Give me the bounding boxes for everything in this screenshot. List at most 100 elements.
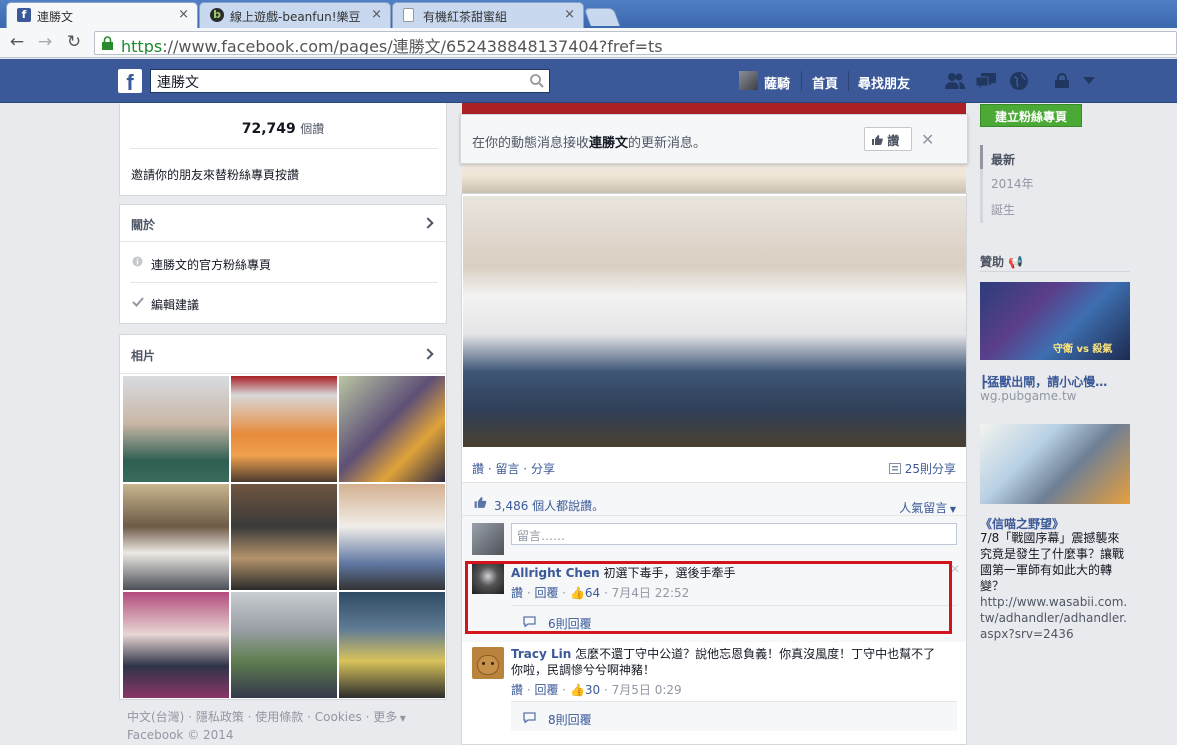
- divider: [120, 373, 446, 374]
- photo-thumbnail[interactable]: [339, 592, 445, 698]
- timeline-item-latest[interactable]: 最新: [991, 151, 1015, 168]
- photos-title[interactable]: 相片: [131, 347, 155, 364]
- chevron-down-icon: ▼: [947, 505, 956, 514]
- footer-link-privacy[interactable]: 隱私政策: [196, 710, 244, 724]
- footer-links: 中文(台灣) · 隱私政策 · 使用條款 · Cookies · 更多 ▼ Fa…: [127, 710, 406, 742]
- ad-url[interactable]: http://www.wasabii.com.tw/adhandler/adha…: [980, 594, 1130, 642]
- comment-reply-link[interactable]: 回覆: [534, 683, 558, 697]
- messages-icon[interactable]: [975, 72, 997, 90]
- notification-banner: 在你的動態消息接收連勝文的更新消息。 讚 ✕: [460, 114, 968, 164]
- comment-likes-count[interactable]: 👍30: [570, 683, 600, 697]
- sponsored-title: 贊助 📢: [980, 253, 1023, 270]
- shares-count-link[interactable]: 25則分享: [888, 460, 956, 477]
- comment-text: 怎麼不還丁守中公道？說他忘恩負義！你真沒風度！丁守中也幫不了你啦，民調慘兮兮啊神…: [511, 647, 936, 677]
- timeline-nav-active: [980, 145, 983, 169]
- replies-link[interactable]: 8則回覆: [511, 701, 957, 731]
- back-arrow-icon[interactable]: ←: [6, 31, 28, 53]
- new-tab-button[interactable]: [583, 8, 621, 26]
- photos-card: 相片: [119, 334, 447, 700]
- comment-link[interactable]: 留言: [495, 462, 519, 476]
- url-input[interactable]: https://www.facebook.com/pages/連勝文/65243…: [94, 31, 1177, 55]
- photo-thumbnail[interactable]: [339, 376, 445, 482]
- ad-title[interactable]: ┣猛獸出閘，請小心慢…: [980, 373, 1130, 390]
- photo-thumbnail[interactable]: [231, 484, 337, 590]
- timeline-item-born[interactable]: 誕生: [991, 201, 1015, 218]
- notification-text: 在你的動態消息接收連勝文的更新消息。: [472, 132, 706, 151]
- share-link[interactable]: 分享: [531, 462, 555, 476]
- facebook-icon: f: [17, 8, 31, 22]
- avatar[interactable]: [472, 647, 504, 679]
- like-link[interactable]: 讚: [472, 462, 484, 476]
- ad-domain[interactable]: wg.pubgame.tw: [980, 389, 1076, 403]
- close-tab-icon[interactable]: ×: [564, 7, 575, 22]
- post-photo[interactable]: [463, 196, 966, 447]
- about-card: 關於 連勝文的官方粉絲專頁 編輯建議: [119, 204, 447, 324]
- comment-meta: 讚 · 回覆 · 👍30 · 7月5日 0:29: [511, 683, 682, 697]
- facebook-logo[interactable]: f: [118, 69, 142, 95]
- photo-thumbnail[interactable]: [339, 484, 445, 590]
- create-page-button[interactable]: 建立粉絲專頁: [980, 104, 1082, 127]
- user-name-link[interactable]: 薩騎: [764, 73, 790, 92]
- comment-sort-dropdown[interactable]: 人氣留言 ▼: [899, 499, 956, 516]
- photo-thumbnail[interactable]: [123, 484, 229, 590]
- comment-author[interactable]: Tracy Lin: [511, 647, 571, 661]
- search-input[interactable]: 連勝文: [150, 69, 550, 93]
- photo-thumbnail[interactable]: [123, 376, 229, 482]
- privacy-shortcuts-icon[interactable]: [1053, 73, 1071, 89]
- friend-requests-icon[interactable]: [944, 72, 966, 90]
- photo-thumbnail[interactable]: [123, 592, 229, 698]
- address-bar-area: ← → ↻ https://www.facebook.com/pages/連勝文…: [0, 28, 1177, 58]
- comment-time[interactable]: 7月5日 0:29: [612, 683, 682, 697]
- ad-image[interactable]: [980, 424, 1130, 504]
- comment-body: Tracy Lin 怎麼不還丁守中公道？說他忘恩負義！你真沒風度！丁守中也幫不了…: [511, 646, 941, 678]
- photo-thumbnail[interactable]: [231, 376, 337, 482]
- footer-link-more[interactable]: 更多: [373, 710, 397, 724]
- photo-thumbnail[interactable]: [231, 592, 337, 698]
- facebook-header: f 連勝文 薩騎 首頁 尋找朋友: [0, 59, 1177, 103]
- browser-tab-3[interactable]: 有機紅茶甜蜜組 ×: [392, 2, 584, 28]
- browser-tab-title: 線上遊戲-beanfun!樂豆: [230, 10, 361, 24]
- megaphone-icon: 📢: [1008, 255, 1024, 269]
- replies-count: 8則回覆: [548, 713, 592, 727]
- home-link[interactable]: 首頁: [812, 73, 838, 92]
- page-icon: [403, 8, 414, 22]
- browser-tab-1[interactable]: f 連勝文 ×: [6, 2, 198, 28]
- notify-text-pre: 在你的動態消息接收: [472, 136, 590, 151]
- footer-link-language[interactable]: 中文(台灣): [127, 710, 184, 724]
- reload-icon[interactable]: ↻: [63, 31, 85, 53]
- close-icon[interactable]: ✕: [921, 130, 934, 149]
- chevron-right-icon[interactable]: [422, 348, 434, 360]
- divider: [980, 271, 1130, 272]
- find-friends-link[interactable]: 尋找朋友: [858, 73, 910, 92]
- forward-arrow-icon[interactable]: →: [34, 31, 56, 53]
- browser-tab-2[interactable]: b 線上遊戲-beanfun!樂豆 ×: [199, 2, 391, 28]
- likes-summary-text[interactable]: 3,486 個人都說讚。: [494, 497, 604, 514]
- notify-text-post: 的更新消息。: [628, 136, 707, 151]
- close-tab-icon[interactable]: ×: [178, 7, 189, 22]
- lock-icon: [102, 36, 113, 50]
- ad-body: 7/8「戰國序幕」震撼襲來 究竟是發生了什麼事？讓戰國第一軍師有如此大的轉變？: [980, 531, 1125, 593]
- timeline-item-2014[interactable]: 2014年: [991, 175, 1034, 192]
- comment-likes-value: 30: [584, 683, 601, 697]
- divider: [130, 148, 438, 149]
- comment-like-link[interactable]: 讚: [511, 683, 523, 697]
- like-page-button[interactable]: 讚: [864, 127, 912, 151]
- divider: [801, 71, 802, 91]
- chevron-right-icon[interactable]: [422, 217, 434, 229]
- invite-friends-link[interactable]: 邀請你的朋友來替粉絲專頁按讚: [131, 166, 299, 183]
- thumbs-up-icon: 👍: [569, 683, 585, 697]
- avatar[interactable]: [739, 71, 758, 90]
- search-icon[interactable]: [529, 73, 545, 89]
- comment-sort-label: 人氣留言: [899, 501, 948, 515]
- post-actions: 讚 · 留言 · 分享: [472, 462, 555, 476]
- about-title[interactable]: 關於: [131, 216, 155, 233]
- chevron-down-icon[interactable]: [1083, 77, 1095, 85]
- comment-input[interactable]: 留言……: [511, 523, 957, 545]
- edit-suggestion-link[interactable]: 編輯建議: [151, 296, 199, 313]
- footer-link-cookies[interactable]: Cookies: [315, 710, 362, 724]
- footer-link-terms[interactable]: 使用條款: [255, 710, 303, 724]
- ad-image[interactable]: 守衛 vs 殺氣: [980, 282, 1130, 360]
- close-tab-icon[interactable]: ×: [371, 7, 382, 22]
- chevron-down-icon: ▼: [397, 714, 406, 723]
- notifications-globe-icon[interactable]: [1009, 71, 1029, 91]
